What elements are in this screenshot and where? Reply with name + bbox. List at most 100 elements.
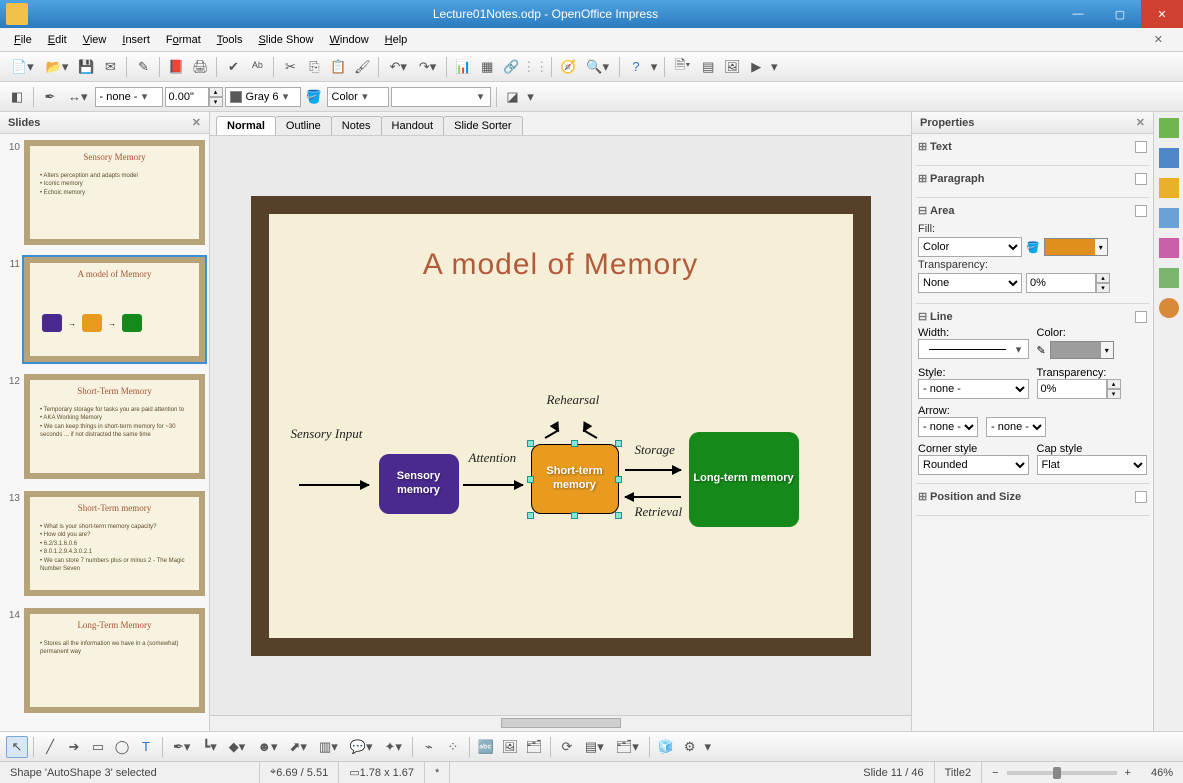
zoom-value[interactable]: 46%: [1141, 762, 1183, 783]
gallery-tool[interactable]: 🗂: [523, 736, 545, 758]
bottombar-overflow[interactable]: ▾: [703, 736, 713, 758]
linestyle-combo[interactable]: - none -▾: [95, 87, 163, 107]
slide-thumb-13[interactable]: 13Short-Term memory• What is your short-…: [4, 491, 205, 596]
ellipse-tool[interactable]: ◯: [111, 736, 133, 758]
autospell-button[interactable]: ᴬᵇ: [246, 56, 268, 78]
menu-window[interactable]: Window: [322, 31, 377, 49]
tab-slide-sorter[interactable]: Slide Sorter: [443, 116, 522, 135]
arrow-left-select[interactable]: - none -: [918, 417, 978, 437]
navigator-button[interactable]: 🧭: [557, 56, 579, 78]
tab-notes[interactable]: Notes: [331, 116, 382, 135]
linecolor-combo[interactable]: Gray 6▾: [225, 87, 301, 107]
arrow-retrieval[interactable]: [625, 496, 681, 498]
email-button[interactable]: ✉: [99, 56, 121, 78]
line-style-select[interactable]: - none -: [918, 379, 1029, 399]
slide-canvas[interactable]: A model of Memory Sensory Input Sensory …: [210, 136, 911, 715]
arrowstyle-button[interactable]: ↔▾: [63, 86, 93, 108]
chart-button[interactable]: 📊: [452, 56, 474, 78]
sidebar-animation-icon[interactable]: [1159, 178, 1179, 198]
stars-tool[interactable]: ✦▾: [379, 736, 406, 758]
interaction-tool[interactable]: ⚙: [679, 736, 701, 758]
zoom-in-icon[interactable]: +: [1125, 767, 1131, 779]
show-grid-button[interactable]: ⋮⋮: [524, 56, 546, 78]
format-paintbrush-button[interactable]: 🖌: [351, 56, 373, 78]
points-tool[interactable]: ⌁: [418, 736, 440, 758]
sidebar-master-icon[interactable]: [1159, 148, 1179, 168]
tab-outline[interactable]: Outline: [275, 116, 332, 135]
minimize-button[interactable]: —: [1057, 0, 1099, 28]
text-tool[interactable]: T: [135, 736, 157, 758]
spellcheck-button[interactable]: ✔: [222, 56, 244, 78]
menu-view[interactable]: View: [75, 31, 115, 49]
paragraph-popout-icon[interactable]: [1135, 173, 1147, 185]
edit-button[interactable]: ✎: [132, 56, 154, 78]
rectangle-tool[interactable]: ▭: [87, 736, 109, 758]
area-popout-icon[interactable]: [1135, 205, 1147, 217]
flowchart-tool[interactable]: ▥▾: [314, 736, 343, 758]
print-button[interactable]: 🖨: [189, 56, 211, 78]
box-long-term-memory[interactable]: Long-term memory: [689, 432, 799, 527]
open-button[interactable]: 📂▾: [41, 56, 74, 78]
menu-slideshow[interactable]: Slide Show: [250, 31, 321, 49]
extrusion-tool[interactable]: 🧊: [655, 736, 677, 758]
block-arrows-tool[interactable]: ⬈▾: [285, 736, 312, 758]
sidebar-gallery-icon[interactable]: [1159, 268, 1179, 288]
arrow-storage[interactable]: [625, 469, 681, 471]
menu-edit[interactable]: Edit: [40, 31, 75, 49]
slides-panel-close-icon[interactable]: ✕: [192, 116, 201, 129]
fill-mode-select[interactable]: Color: [918, 237, 1022, 257]
close-button[interactable]: ✕: [1141, 0, 1183, 28]
area-transparency-spinner[interactable]: ▴▾: [1026, 273, 1110, 293]
menu-tools[interactable]: Tools: [209, 31, 251, 49]
document-close-icon[interactable]: ✕: [1146, 30, 1171, 49]
basic-shapes-tool[interactable]: ◆▾: [224, 736, 251, 758]
hyperlink-button[interactable]: 🔗: [500, 56, 522, 78]
symbol-shapes-tool[interactable]: ☻▾: [252, 736, 282, 758]
undo-button[interactable]: ↶▾: [384, 56, 411, 78]
toolbar-overflow[interactable]: ▾: [649, 56, 659, 78]
arrow-rehearsal-2[interactable]: [582, 429, 597, 439]
arrange-button[interactable]: ◧: [6, 86, 28, 108]
cut-button[interactable]: ✂: [279, 56, 301, 78]
fillmode-combo[interactable]: Color▾: [327, 87, 389, 107]
line-color-button[interactable]: ▾: [1050, 341, 1114, 359]
corner-select[interactable]: Rounded: [918, 455, 1029, 475]
section-area-header[interactable]: ⊟Area: [918, 202, 1147, 221]
maximize-button[interactable]: ▢: [1099, 0, 1141, 28]
text-popout-icon[interactable]: [1135, 141, 1147, 153]
slide-thumb-10[interactable]: 10Sensory Memory• Alters perception and …: [4, 140, 205, 245]
section-position-size[interactable]: ⊞Position and Size: [918, 488, 1147, 507]
line-width-combo[interactable]: ▾: [918, 339, 1029, 359]
line-popout-icon[interactable]: [1135, 311, 1147, 323]
pos-popout-icon[interactable]: [1135, 491, 1147, 503]
cap-select[interactable]: Flat: [1037, 455, 1148, 475]
slide-thumb-11[interactable]: 11A model of Memory→→: [4, 257, 205, 362]
fill-bucket-icon[interactable]: 🪣: [303, 86, 325, 108]
fill-bucket-icon[interactable]: 🪣: [1026, 241, 1040, 254]
fillcolor-combo[interactable]: ▾: [391, 87, 491, 107]
zoom-control[interactable]: − +: [982, 762, 1141, 783]
arrange-tool[interactable]: 🗂▾: [611, 736, 644, 758]
toolbar-overflow-2[interactable]: ▾: [769, 56, 779, 78]
arrow-input[interactable]: [299, 484, 369, 486]
menu-help[interactable]: Help: [377, 31, 416, 49]
table-button[interactable]: ▦: [476, 56, 498, 78]
paste-button[interactable]: 📋: [327, 56, 349, 78]
callout-tool[interactable]: 💬▾: [345, 736, 378, 758]
section-text[interactable]: ⊞Text: [918, 138, 1147, 157]
slides-thumbnails[interactable]: 10Sensory Memory• Alters perception and …: [0, 134, 209, 731]
pdf-export-button[interactable]: 📕: [165, 56, 187, 78]
fill-color-button[interactable]: ▾: [1044, 238, 1108, 256]
menu-insert[interactable]: Insert: [114, 31, 158, 49]
fontwork-tool[interactable]: 🔤: [475, 736, 497, 758]
menu-format[interactable]: Format: [158, 31, 209, 49]
transparency-mode-select[interactable]: None: [918, 273, 1022, 293]
highlighter-icon[interactable]: ✒: [39, 86, 61, 108]
arrow-tool[interactable]: ➔: [63, 736, 85, 758]
zoom-slider[interactable]: [1007, 771, 1117, 775]
curve-tool[interactable]: ✒▾: [168, 736, 195, 758]
linewidth-input[interactable]: [165, 87, 209, 107]
tab-handout[interactable]: Handout: [381, 116, 445, 135]
arrow-attention[interactable]: [463, 484, 523, 486]
redo-button[interactable]: ↷▾: [414, 56, 441, 78]
